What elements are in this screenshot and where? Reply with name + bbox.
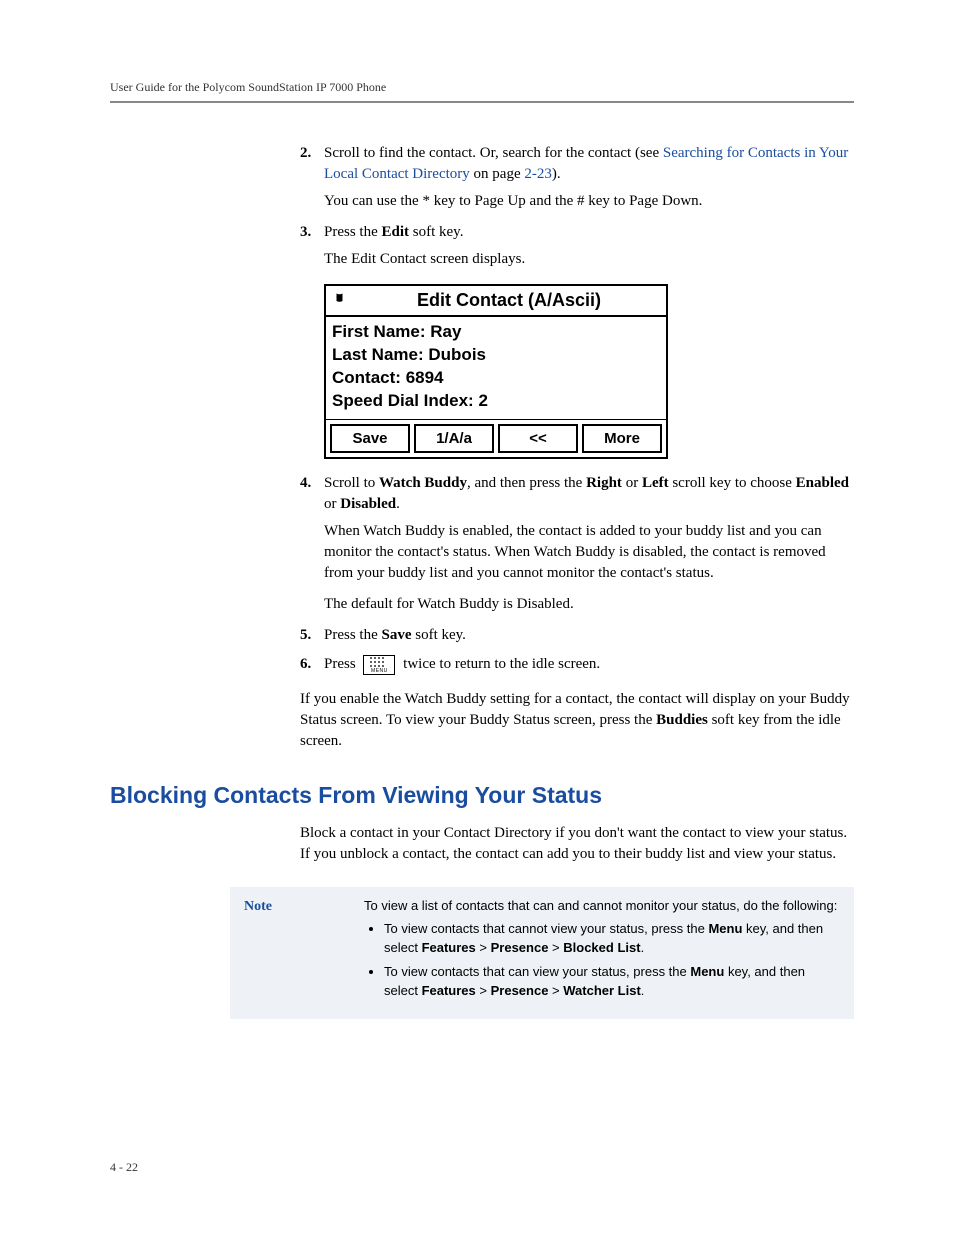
xref-page-2-23[interactable]: 2-23 xyxy=(524,166,552,182)
text: > xyxy=(548,940,563,955)
body-column: 2. Scroll to find the contact. Or, searc… xyxy=(300,143,854,752)
text: on page xyxy=(470,166,525,182)
phone-icon xyxy=(330,291,352,311)
screenshot-titlebar: Edit Contact (A/Ascii) xyxy=(326,286,666,317)
step-3: 3. Press the Edit soft key. xyxy=(300,222,854,243)
bold: Enabled xyxy=(796,475,849,491)
softkey-name: Edit xyxy=(382,224,410,240)
step-2-note: You can use the * key to Page Up and the… xyxy=(324,191,854,212)
phone-screenshot: Edit Contact (A/Ascii) First Name Ray La… xyxy=(324,284,668,459)
bold: Features xyxy=(422,983,476,998)
step-number: 6. xyxy=(300,654,324,675)
bold: Watch Buddy xyxy=(379,475,467,491)
step-number: 4. xyxy=(300,473,324,515)
text: soft key. xyxy=(412,627,466,643)
text: Press xyxy=(324,656,359,672)
step-number: 5. xyxy=(300,625,324,646)
field-contact: Contact 6894 xyxy=(332,367,660,390)
field-last-name: Last Name Dubois xyxy=(332,344,660,367)
field-label: First Name xyxy=(332,322,426,341)
text: Press the xyxy=(324,224,382,240)
bold: Presence xyxy=(491,940,549,955)
bold: Watcher List xyxy=(563,983,641,998)
step-number: 3. xyxy=(300,222,324,243)
step-6: 6. Press MENU twice to return to the idl… xyxy=(300,654,854,675)
step-text: Press the Edit soft key. xyxy=(324,222,854,243)
text: . xyxy=(641,940,645,955)
running-header: User Guide for the Polycom SoundStation … xyxy=(110,80,854,95)
step-5: 5. Press the Save soft key. xyxy=(300,625,854,646)
section-heading-blocking: Blocking Contacts From Viewing Your Stat… xyxy=(110,782,854,809)
text: Scroll to xyxy=(324,475,379,491)
screenshot-softkeys: Save 1/A/a << More xyxy=(326,419,666,457)
text: To view contacts that can view your stat… xyxy=(384,964,690,979)
softkey-inputmode[interactable]: 1/A/a xyxy=(414,424,494,453)
note-bullet-1: To view contacts that cannot view your s… xyxy=(384,920,840,958)
text: . xyxy=(641,983,645,998)
softkey-back[interactable]: << xyxy=(498,424,578,453)
section-intro: Block a contact in your Contact Director… xyxy=(300,823,854,865)
text: , and then press the xyxy=(467,475,586,491)
bold: Disabled xyxy=(340,496,396,512)
field-label: Last Name xyxy=(332,345,424,364)
text: or xyxy=(622,475,642,491)
note-bullet-2: To view contacts that can view your stat… xyxy=(384,963,840,1001)
bold: Right xyxy=(586,475,622,491)
bold: Left xyxy=(642,475,669,491)
text: > xyxy=(476,940,491,955)
bold: Blocked List xyxy=(563,940,640,955)
text: > xyxy=(476,983,491,998)
text: Scroll to find the contact. Or, search f… xyxy=(324,145,663,161)
note-lead: To view a list of contacts that can and … xyxy=(364,897,840,916)
field-value: Dubois xyxy=(428,345,486,364)
step-text: Scroll to Watch Buddy, and then press th… xyxy=(324,473,854,515)
softkey-name: Save xyxy=(382,627,412,643)
field-first-name: First Name Ray xyxy=(332,321,660,344)
field-label: Speed Dial Index xyxy=(332,391,474,410)
header-rule xyxy=(110,101,854,103)
text: To view contacts that cannot view your s… xyxy=(384,921,708,936)
step-text: Press the Save soft key. xyxy=(324,625,854,646)
note-block: Note To view a list of contacts that can… xyxy=(230,887,854,1019)
field-value: Ray xyxy=(430,322,461,341)
note-body: To view a list of contacts that can and … xyxy=(364,897,840,1007)
text: twice to return to the idle screen. xyxy=(399,656,600,672)
step-2: 2. Scroll to find the contact. Or, searc… xyxy=(300,143,854,185)
softkey-name: Buddies xyxy=(656,712,708,728)
page: User Guide for the Polycom SoundStation … xyxy=(0,0,954,1235)
note-label: Note xyxy=(244,897,364,1007)
softkey-more[interactable]: More xyxy=(582,424,662,453)
field-value: 6894 xyxy=(406,368,444,387)
step-text: Scroll to find the contact. Or, search f… xyxy=(324,143,854,185)
text: or xyxy=(324,496,340,512)
step-text: Press MENU twice to return to the idle s… xyxy=(324,654,854,675)
step-4-default: The default for Watch Buddy is Disabled. xyxy=(324,594,854,615)
menu-key-icon: MENU xyxy=(363,655,395,675)
bold: Menu xyxy=(708,921,742,936)
screenshot-title: Edit Contact (A/Ascii) xyxy=(356,288,662,313)
step-3-result: The Edit Contact screen displays. xyxy=(324,249,854,270)
field-value: 2 xyxy=(478,391,487,410)
bold: Presence xyxy=(491,983,549,998)
text: > xyxy=(548,983,563,998)
field-label: Contact xyxy=(332,368,401,387)
text: soft key. xyxy=(409,224,463,240)
text: scroll key to choose xyxy=(669,475,796,491)
bold: Features xyxy=(422,940,476,955)
step-4: 4. Scroll to Watch Buddy, and then press… xyxy=(300,473,854,515)
bold: Menu xyxy=(690,964,724,979)
text: ). xyxy=(552,166,561,182)
page-number: 4 - 22 xyxy=(110,1160,138,1175)
softkey-save[interactable]: Save xyxy=(330,424,410,453)
step-4-explain: When Watch Buddy is enabled, the contact… xyxy=(324,521,854,584)
field-speed-dial: Speed Dial Index 2 xyxy=(332,390,660,413)
closing-paragraph: If you enable the Watch Buddy setting fo… xyxy=(300,689,854,752)
note-bullets: To view contacts that cannot view your s… xyxy=(364,920,840,1001)
text: . xyxy=(396,496,400,512)
text: Press the xyxy=(324,627,382,643)
step-number: 2. xyxy=(300,143,324,185)
screenshot-fields: First Name Ray Last Name Dubois Contact … xyxy=(326,317,666,419)
